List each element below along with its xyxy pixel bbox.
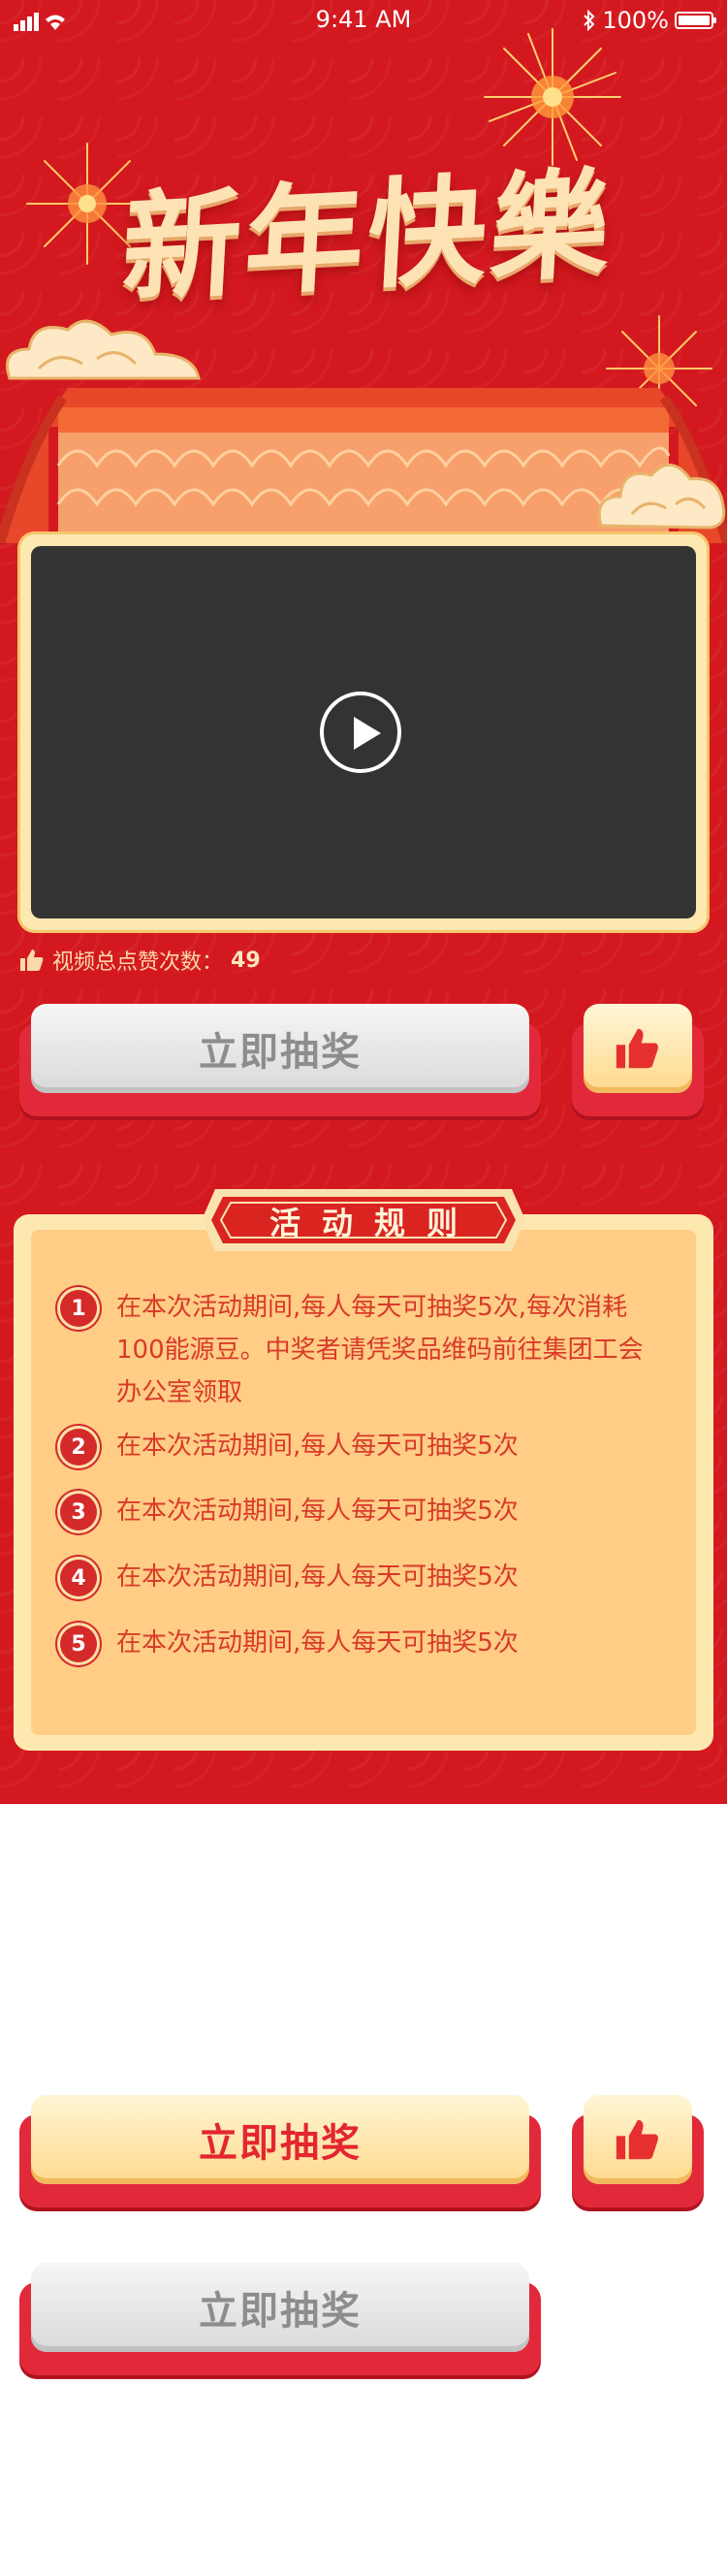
draw-button[interactable]: 立即抽奖 bbox=[19, 1004, 541, 1116]
rule-text: 在本次活动期间,每人每天可抽奖5次 bbox=[116, 1432, 519, 1461]
rule-number: 2 bbox=[60, 1429, 97, 1465]
rule-number: 5 bbox=[60, 1626, 97, 1662]
battery-icon bbox=[675, 12, 716, 29]
rule-number: 1 bbox=[60, 1290, 97, 1327]
rule-item: 1 在本次活动期间,每人每天可抽奖5次,每次消耗100能源豆。中奖者请凭奖品维码… bbox=[60, 1286, 661, 1414]
thumbs-up-icon bbox=[20, 950, 44, 971]
likes-count: 49 bbox=[231, 948, 261, 973]
draw-button-active[interactable]: 立即抽奖 bbox=[19, 2095, 541, 2207]
draw-button-disabled[interactable]: 立即抽奖 bbox=[19, 2263, 541, 2375]
draw-button-label: 立即抽奖 bbox=[31, 1004, 529, 1093]
rule-number: 3 bbox=[60, 1494, 97, 1530]
likes-label: 视频总点赞次数： bbox=[52, 950, 224, 975]
rule-item: 5 在本次活动期间,每人每天可抽奖5次 bbox=[60, 1622, 661, 1664]
rule-item: 2 在本次活动期间,每人每天可抽奖5次 bbox=[60, 1425, 661, 1467]
like-button-active[interactable] bbox=[572, 2095, 704, 2207]
page-background: 9:41 AM 100% 新年快樂 视频总点赞次数： 49 立即抽奖 活动规则 … bbox=[0, 0, 727, 1804]
rule-item: 4 在本次活动期间,每人每天可抽奖5次 bbox=[60, 1556, 661, 1598]
rule-number: 4 bbox=[60, 1560, 97, 1596]
rule-text: 在本次活动期间,每人每天可抽奖5次 bbox=[116, 1562, 519, 1592]
draw-button-disabled-label: 立即抽奖 bbox=[31, 2263, 529, 2352]
play-icon[interactable] bbox=[320, 692, 401, 773]
video-likes: 视频总点赞次数： 49 bbox=[19, 945, 261, 976]
cloud-icon bbox=[597, 464, 726, 530]
rules-title: 活动规则 bbox=[269, 1205, 479, 1241]
thumbs-up-icon bbox=[616, 2119, 658, 2160]
rule-text: 在本次活动期间,每人每天可抽奖5次 bbox=[116, 1497, 519, 1526]
rule-item: 3 在本次活动期间,每人每天可抽奖5次 bbox=[60, 1490, 661, 1532]
page-title: 新年快樂 bbox=[118, 152, 617, 319]
rule-text: 在本次活动期间,每人每天可抽奖5次,每次消耗100能源豆。中奖者请凭奖品维码前往… bbox=[116, 1293, 644, 1407]
draw-button-active-label: 立即抽奖 bbox=[31, 2095, 529, 2184]
rule-text: 在本次活动期间,每人每天可抽奖5次 bbox=[116, 1628, 519, 1658]
like-button[interactable] bbox=[572, 1004, 704, 1116]
thumbs-up-icon bbox=[616, 1028, 658, 1069]
